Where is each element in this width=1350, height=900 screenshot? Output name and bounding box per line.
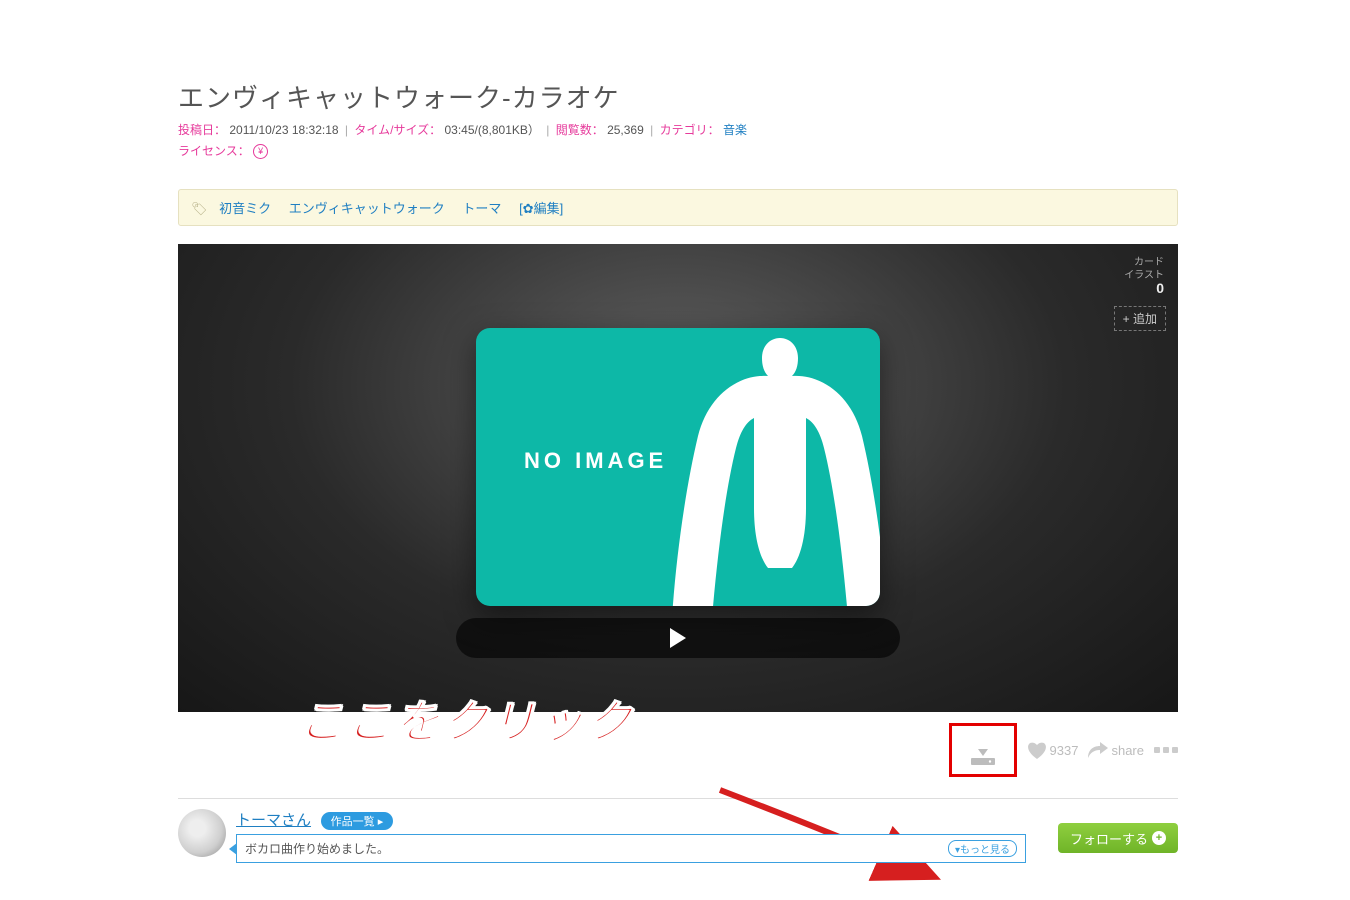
plus-icon: + [1152,831,1166,845]
download-icon [966,734,1000,768]
share-button[interactable]: share [1088,742,1144,758]
tag-link[interactable]: トーマ [462,201,501,216]
download-button[interactable] [966,734,1000,768]
dots-icon [1154,747,1160,753]
license-label: ライセンス： [178,144,250,158]
meta-line-2: ライセンス： ¥ [178,142,1178,159]
author-avatar[interactable] [178,809,226,857]
category-link[interactable]: 音楽 [723,123,747,137]
yen-license-icon: ¥ [253,144,268,159]
cover-image: NO IMAGE [476,328,880,606]
tag-link[interactable]: 初音ミク [219,201,271,216]
play-icon [670,628,686,648]
follow-label: フォローする [1070,829,1148,848]
more-button[interactable] [1154,747,1178,753]
tag-box: 🏷 初音ミク エンヴィキャットウォーク トーマ [✿編集] [178,189,1178,226]
like-button[interactable]: 9337 [1027,741,1079,759]
action-bar: 9337 share [178,720,1178,780]
posted-date-value: 2011/10/23 18:32:18 [229,123,338,137]
download-highlight-box [949,723,1017,777]
meta-line-1: 投稿日： 2011/10/23 18:32:18 | タイム/サイズ： 03:4… [178,121,1178,138]
author-name-link[interactable]: トーマさん [236,812,311,829]
follow-button[interactable]: フォローする + [1058,823,1178,853]
media-player: カード イラスト 0 + 追加 NO IMAGE ここをクリック [178,244,1178,712]
tag-edit-link[interactable]: [✿編集] [519,201,563,216]
heart-icon [1027,741,1047,759]
posted-date-label: 投稿日： [178,123,226,137]
tag-icon: 🏷 [191,201,208,216]
author-bio-text: ボカロ曲作り始めました。 [245,842,389,856]
author-works-badge[interactable]: 作品一覧 ▸ [321,812,394,830]
page-title: エンヴィキャットウォーク-カラオケ [178,78,1178,115]
share-label: share [1111,743,1144,758]
category-label: カテゴリ： [660,123,720,137]
author-bio-box: ボカロ曲作り始めました。 ▾もっと見る [236,834,1026,863]
bio-expand-button[interactable]: ▾もっと見る [948,840,1017,857]
views-value: 25,369 [607,123,644,137]
card-illustration-counter: カード イラスト 0 [1124,256,1164,295]
play-bar[interactable] [456,618,900,658]
author-section: トーマさん 作品一覧 ▸ ボカロ曲作り始めました。 ▾もっと見る フォローする … [178,798,1178,863]
time-size-value: 03:45/(8,801KB） [444,123,539,137]
share-icon [1088,742,1108,758]
miku-silhouette-icon [630,328,880,606]
tag-link[interactable]: エンヴィキャットウォーク [289,201,445,216]
views-label: 閲覧数： [556,123,604,137]
like-count: 9337 [1050,743,1079,758]
add-card-button[interactable]: + 追加 [1114,306,1166,331]
time-size-label: タイム/サイズ： [354,123,441,137]
